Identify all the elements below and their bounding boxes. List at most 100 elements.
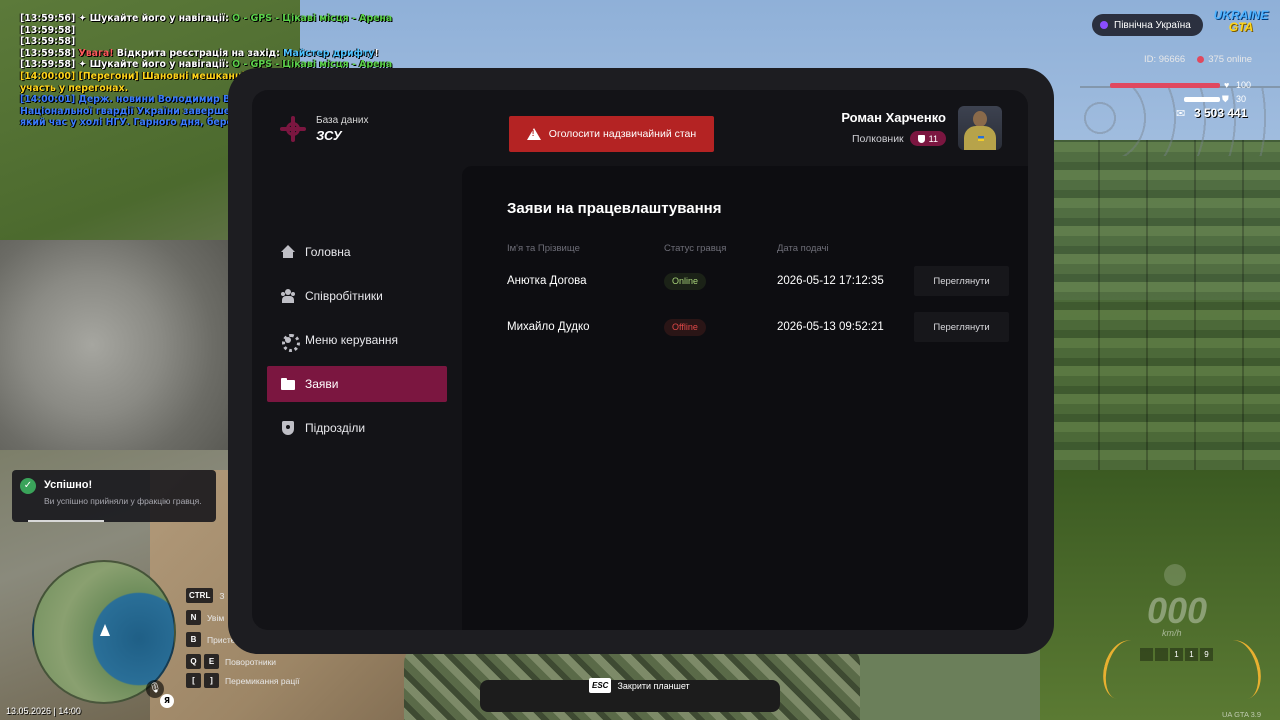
sidebar-item-units[interactable]: Підрозділи xyxy=(267,410,447,446)
sidebar-item-applications[interactable]: Заяви xyxy=(267,366,447,402)
online-dot-icon xyxy=(1197,56,1205,63)
sidebar-item-home[interactable]: Головна xyxy=(267,234,447,270)
esc-label: Закрити планшет xyxy=(617,680,690,691)
key-hint-label: Перемикання рації xyxy=(225,675,300,686)
voice-badge: Я xyxy=(160,694,174,708)
odometer-cell: 9 xyxy=(1200,648,1213,661)
chat-text: [13:59:58] xyxy=(20,47,79,59)
rank-shield-icon xyxy=(917,134,925,143)
armor-icon: ⛊ xyxy=(1222,94,1229,104)
seatbelt-icon xyxy=(1164,564,1186,586)
folder-icon xyxy=(281,377,295,391)
shield-icon xyxy=(281,421,295,435)
notification-progress xyxy=(28,520,104,522)
version-label: UA GTA 3.9 xyxy=(1222,710,1262,719)
sidebar-nav: Головна Співробітники Меню керування Заяви П… xyxy=(267,234,447,454)
zone-badge: Північна Україна xyxy=(1092,14,1203,36)
check-icon: ✓ xyxy=(20,478,36,494)
key-hint: CTRL З xyxy=(186,588,224,603)
key-hint: B Присте xyxy=(186,632,235,647)
chat-text: Майстер дрифту xyxy=(283,47,375,59)
tablet-screen: База даних ЗСУ Оголосити надзвичайний ст… xyxy=(252,90,1028,630)
speed-unit: km/h xyxy=(1162,628,1182,638)
money-value: 3 503 441 xyxy=(1194,106,1248,120)
brand-title: ЗСУ xyxy=(316,128,342,143)
odometer-cell xyxy=(1140,648,1153,661)
key-cap: N xyxy=(186,610,201,625)
view-application-button[interactable]: Переглянути xyxy=(914,312,1009,342)
submission-date: 2026-05-13 09:52:21 xyxy=(777,321,884,333)
view-application-button[interactable]: Переглянути xyxy=(914,266,1009,296)
trident-emblem-icon xyxy=(278,114,308,144)
key-hint: N Увім xyxy=(186,610,224,625)
zone-icon xyxy=(1100,21,1108,29)
table-row: Михайло Дудко Offline 2026-05-13 09:52:21 П… xyxy=(507,304,1009,350)
key-cap: B xyxy=(186,632,201,647)
sidebar-item-control-menu[interactable]: Меню керування xyxy=(267,322,447,358)
user-profile: Роман Харченко Полковник 11 xyxy=(841,106,1002,150)
applications-table: Ім'я та Прізвище Статус гравця Дата пода… xyxy=(507,238,1009,350)
rpm-arc xyxy=(1212,635,1268,705)
chat-line: [13:59:58] Увага! Відкрита реєстрація на… xyxy=(20,48,420,60)
health-value: 100 xyxy=(1236,80,1252,90)
key-hint: Q E Поворотники xyxy=(186,654,276,669)
gear-icon xyxy=(281,333,300,352)
chat-line: [13:59:58] xyxy=(20,36,420,48)
user-rank: Полковник xyxy=(851,132,904,145)
warning-icon xyxy=(526,128,541,140)
status-badge: Online xyxy=(664,272,707,290)
key-cap: E xyxy=(204,654,219,669)
sidebar-item-label: Співробітники xyxy=(305,289,383,303)
sidebar-item-label: Меню керування xyxy=(305,333,399,347)
brand-subtitle: База даних xyxy=(316,115,369,126)
sidebar-item-staff[interactable]: Співробітники xyxy=(267,278,447,314)
sidebar-item-label: Заяви xyxy=(305,377,339,391)
key-cap: ] xyxy=(204,673,219,688)
applicant-name: Анютка Догова xyxy=(507,275,587,287)
key-cap: CTRL xyxy=(186,588,214,603)
content-area xyxy=(462,166,1028,630)
page-title: Заяви на працевлаштування xyxy=(507,200,722,217)
online-count: 375 online xyxy=(1197,54,1252,65)
chat-text: [13:59:58] xyxy=(20,36,76,48)
key-hint-label: Увім xyxy=(207,612,225,623)
sidebar-item-label: Підрозділи xyxy=(305,421,366,435)
key-hint: [] Перемикання рації xyxy=(186,673,299,688)
chat-text: [13:59:56] ✦ Шукайте його у навігації: xyxy=(20,13,233,24)
odometer-cells: 119 xyxy=(1140,648,1213,661)
player-id: ID: 96666 xyxy=(1144,54,1186,65)
user-name: Роман Харченко xyxy=(841,110,946,125)
status-badge: Offline xyxy=(664,318,706,336)
key-hint-label: З xyxy=(219,590,225,601)
users-icon xyxy=(281,289,295,303)
odometer-cell: 1 xyxy=(1170,648,1183,661)
armor-value: 30 xyxy=(1236,94,1247,104)
server-logo: UKRAINE GTA xyxy=(1212,8,1270,42)
odometer-cell xyxy=(1155,648,1168,661)
sidebar-item-label: Головна xyxy=(305,245,351,259)
notification-title: Успішно! xyxy=(44,479,93,491)
chat-text: [13:59:58] ✦ Шукайте його у навігації: xyxy=(20,59,233,71)
notification-text: Ви успішно прийняли у фракцію гравця. xyxy=(44,496,202,506)
chat-text: [13:59:58] xyxy=(20,24,76,36)
emergency-button-label: Оголосити надзвичайний стан xyxy=(548,128,697,140)
key-hint-label: Поворотники xyxy=(225,656,277,667)
speedometer: 000 km/h 119 xyxy=(1096,560,1270,720)
chat-line: [13:59:58] xyxy=(20,25,420,37)
close-tablet-hint: ESC Закрити планшет xyxy=(589,678,690,693)
rock xyxy=(0,240,230,450)
avatar xyxy=(958,106,1002,150)
declare-emergency-button[interactable]: Оголосити надзвичайний стан xyxy=(509,116,714,152)
rank-level-badge: 11 xyxy=(909,131,946,146)
player-arrow-icon xyxy=(100,624,110,636)
chat-text: ! xyxy=(374,47,379,59)
brand: База даних ЗСУ xyxy=(278,114,368,144)
heart-icon: ♥ xyxy=(1224,80,1230,90)
speed-value: 000 xyxy=(1146,590,1208,631)
player-id-line: ID: 96666 375 online xyxy=(1144,54,1252,65)
success-notification: ✓ Успішно! Ви успішно прийняли у фракцію… xyxy=(12,470,216,522)
column-header-status: Статус гравця xyxy=(664,242,727,254)
chat-text: Відкрита реєстрація на захід: xyxy=(116,47,284,59)
barbed-wire xyxy=(1080,86,1280,156)
table-row: Анютка Догова Online 2026-05-12 17:12:35 Пе… xyxy=(507,258,1009,304)
